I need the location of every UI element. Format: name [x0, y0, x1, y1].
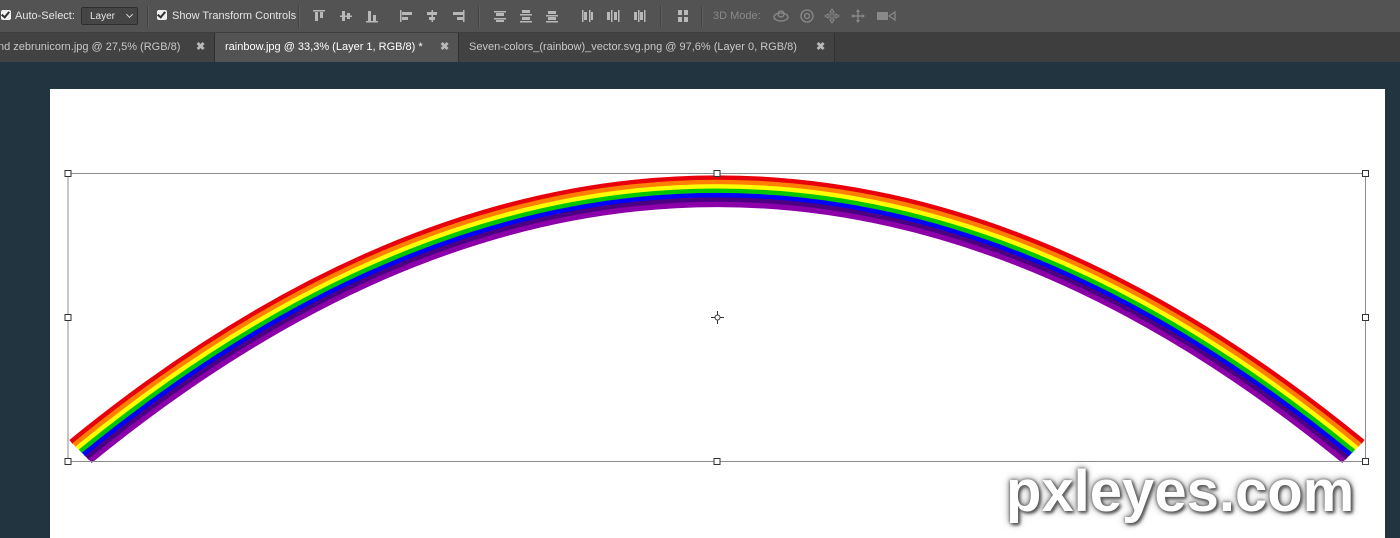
transform-handle-middle-right[interactable] [1362, 314, 1369, 321]
transform-reference-point-icon[interactable] [711, 311, 724, 324]
watermark: pxleyes.com [1006, 459, 1355, 524]
transform-handle-top-left[interactable] [64, 170, 72, 177]
rainbow-band [88, 201, 1346, 464]
transform-handle-middle-left[interactable] [64, 314, 72, 321]
transform-handle-top-right[interactable] [1362, 170, 1369, 177]
transform-handle-bottom-center[interactable] [713, 458, 721, 465]
transform-handle-top-center[interactable] [713, 170, 721, 177]
transform-handle-bottom-left[interactable] [64, 458, 72, 465]
transform-handle-bottom-right[interactable] [1362, 458, 1369, 465]
